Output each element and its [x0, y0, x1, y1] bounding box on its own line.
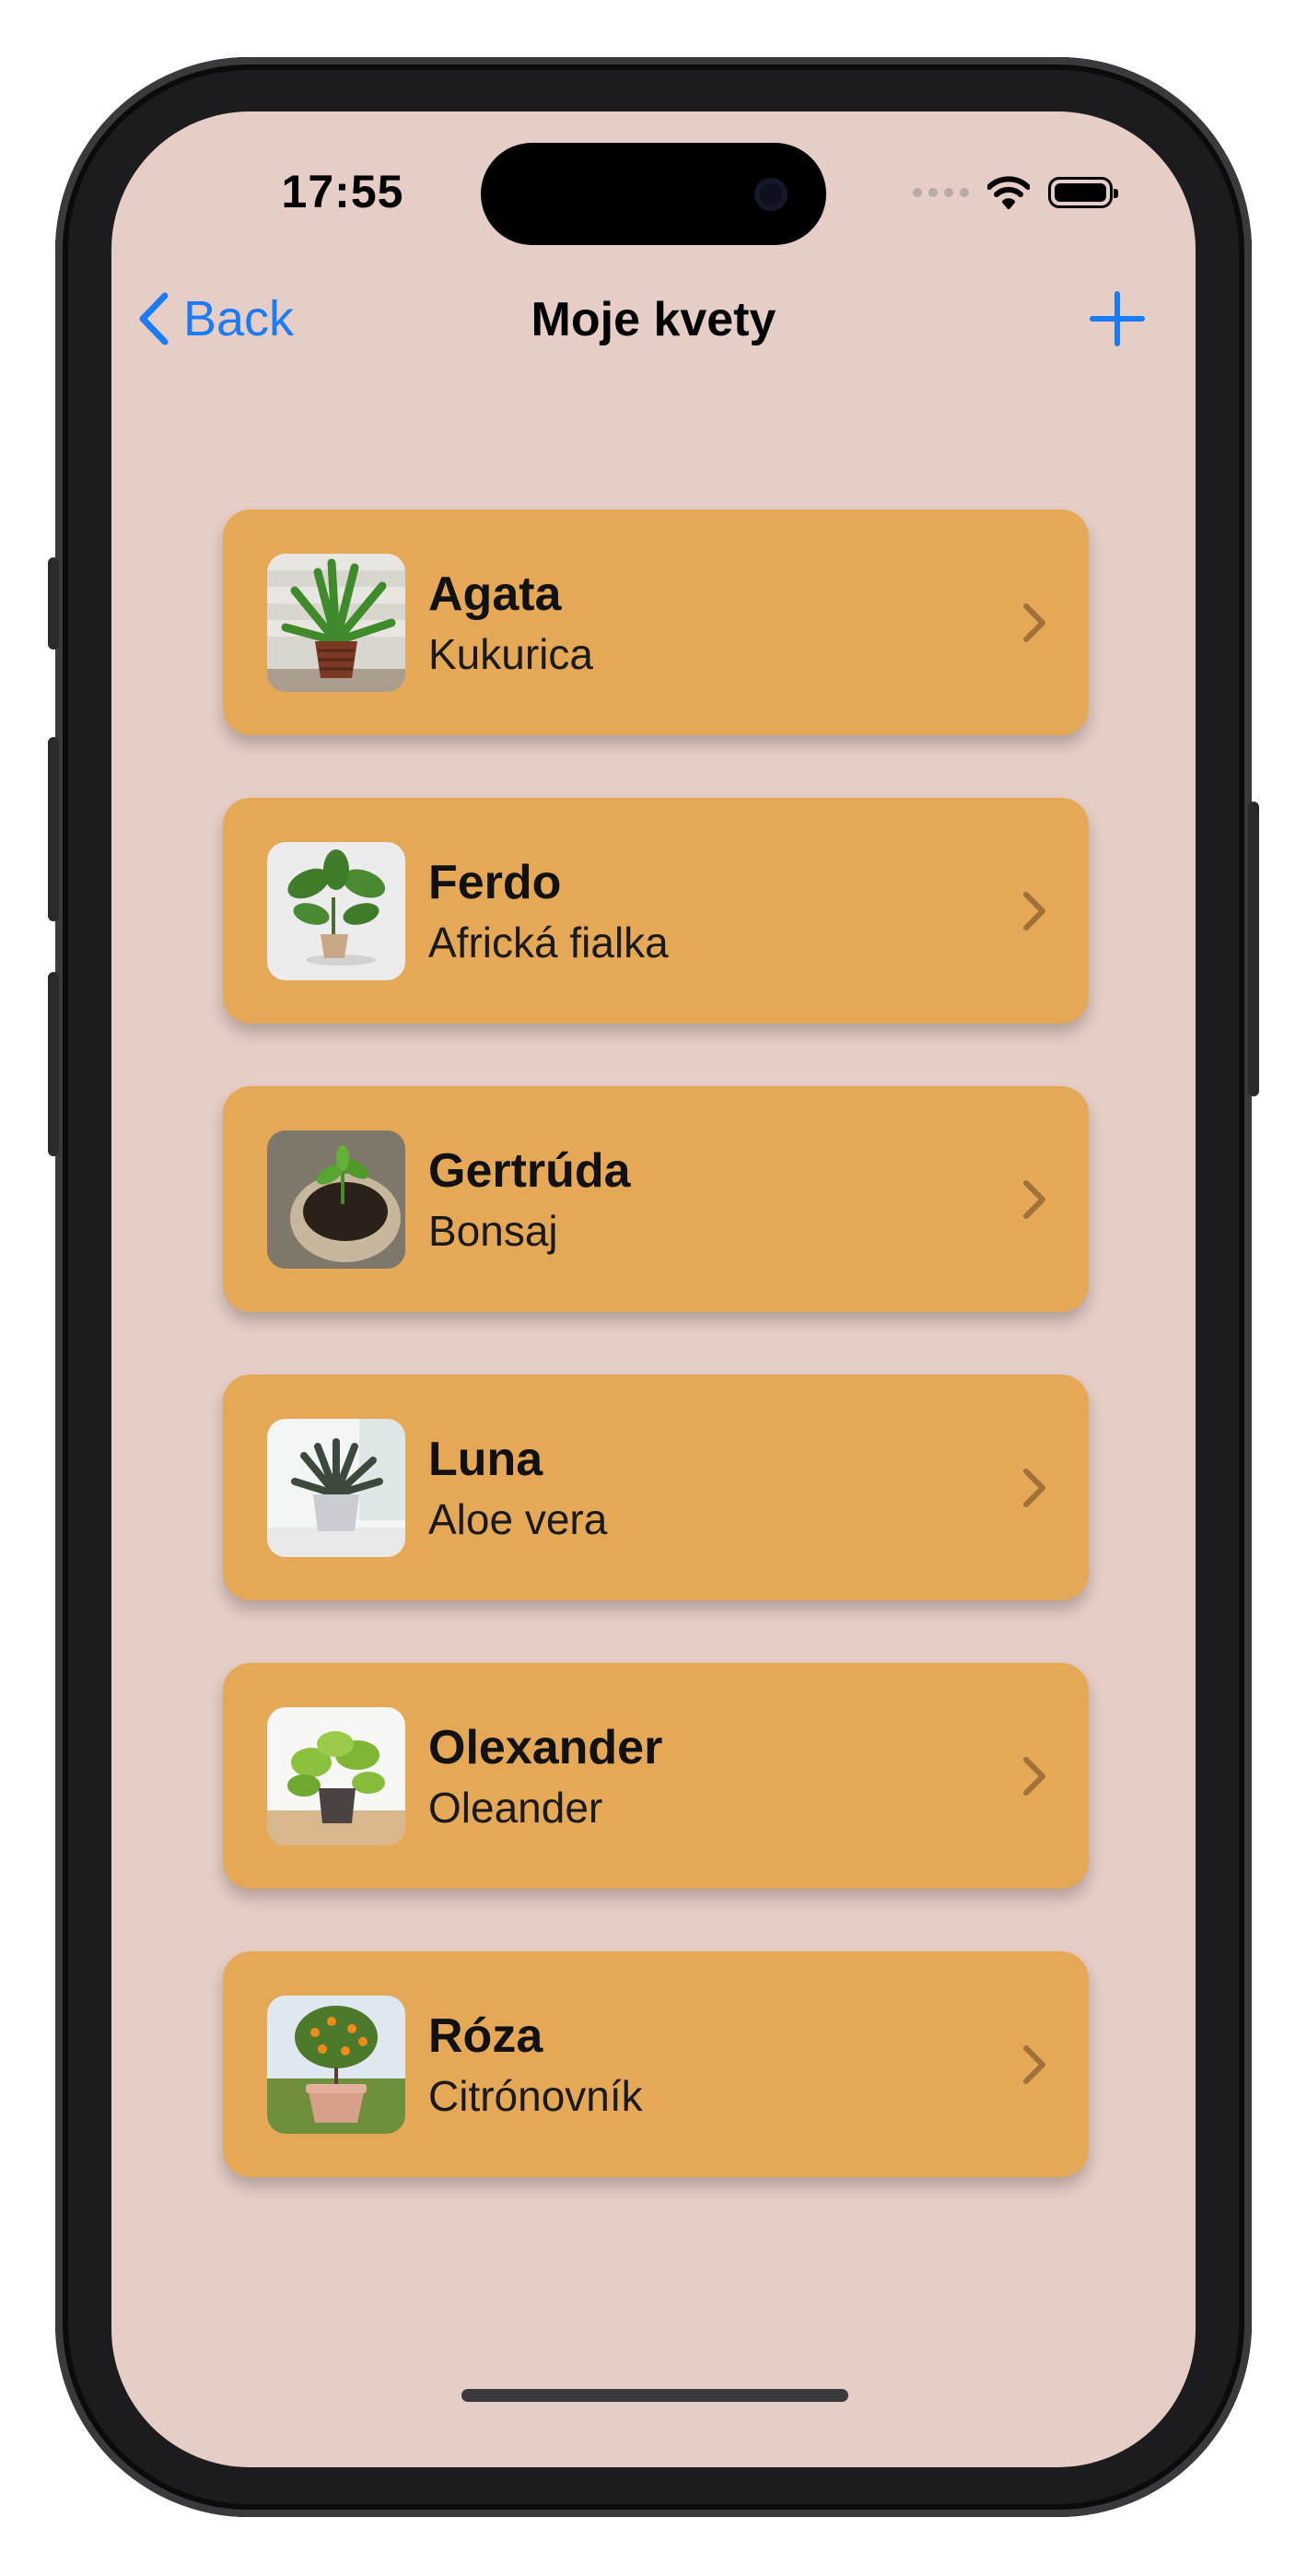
plant-photo-icon	[267, 1707, 405, 1845]
plant-name: Luna	[428, 1433, 543, 1486]
battery-icon	[1048, 177, 1118, 208]
home-indicator[interactable]	[461, 2389, 848, 2402]
volume-up-button	[48, 737, 59, 921]
chevron-right-icon	[1023, 892, 1045, 931]
plant-card[interactable]: Olexander Oleander	[223, 1663, 1089, 1889]
volume-down-button	[48, 972, 59, 1156]
plus-icon	[1090, 291, 1145, 346]
plant-list: Agata Kukurica Ferdo Africká fialka Gert…	[223, 509, 1089, 2240]
plant-card[interactable]: Ferdo Africká fialka	[223, 798, 1089, 1024]
front-camera-icon	[754, 178, 788, 211]
plant-photo-icon	[267, 842, 405, 980]
add-plant-button[interactable]	[1085, 287, 1149, 351]
status-indicators	[913, 170, 1118, 215]
plant-species: Africká fialka	[428, 919, 669, 966]
wifi-icon	[987, 176, 1030, 209]
plant-name: Gertrúda	[428, 1144, 631, 1198]
page-title: Moje kvety	[531, 293, 776, 346]
plant-species: Bonsaj	[428, 1207, 558, 1255]
plant-card[interactable]: Gertrúda Bonsaj	[223, 1086, 1089, 1312]
plant-photo-icon	[267, 1419, 405, 1557]
plant-card[interactable]: Luna Aloe vera	[223, 1375, 1089, 1600]
action-button	[48, 557, 59, 650]
chevron-right-icon	[1023, 1180, 1045, 1219]
chevron-right-icon	[1023, 1469, 1045, 1507]
plant-species: Kukurica	[428, 630, 593, 678]
status-time: 17:55	[281, 166, 404, 217]
plant-name: Agata	[428, 568, 562, 621]
screen: 17:55 Back Moje kvety Agata Kukurica Fer…	[111, 111, 1196, 2467]
plant-card[interactable]: Agata Kukurica	[223, 509, 1089, 735]
chevron-right-icon	[1023, 603, 1045, 642]
cellular-signal-icon	[913, 188, 969, 197]
plant-photo-icon	[267, 1130, 405, 1269]
plant-card[interactable]: Róza Citrónovník	[223, 1951, 1089, 2177]
power-button	[1248, 802, 1259, 1096]
dynamic-island	[481, 143, 826, 245]
plant-name: Ferdo	[428, 856, 562, 909]
plant-name: Róza	[428, 2009, 543, 2063]
plant-species: Citrónovník	[428, 2072, 643, 2120]
chevron-right-icon	[1023, 2045, 1045, 2084]
chevron-right-icon	[1023, 1757, 1045, 1796]
plant-photo-icon	[267, 554, 405, 692]
plant-name: Olexander	[428, 1721, 663, 1774]
plant-species: Oleander	[428, 1784, 603, 1832]
plant-photo-icon	[267, 1996, 405, 2134]
plant-species: Aloe vera	[428, 1495, 608, 1543]
